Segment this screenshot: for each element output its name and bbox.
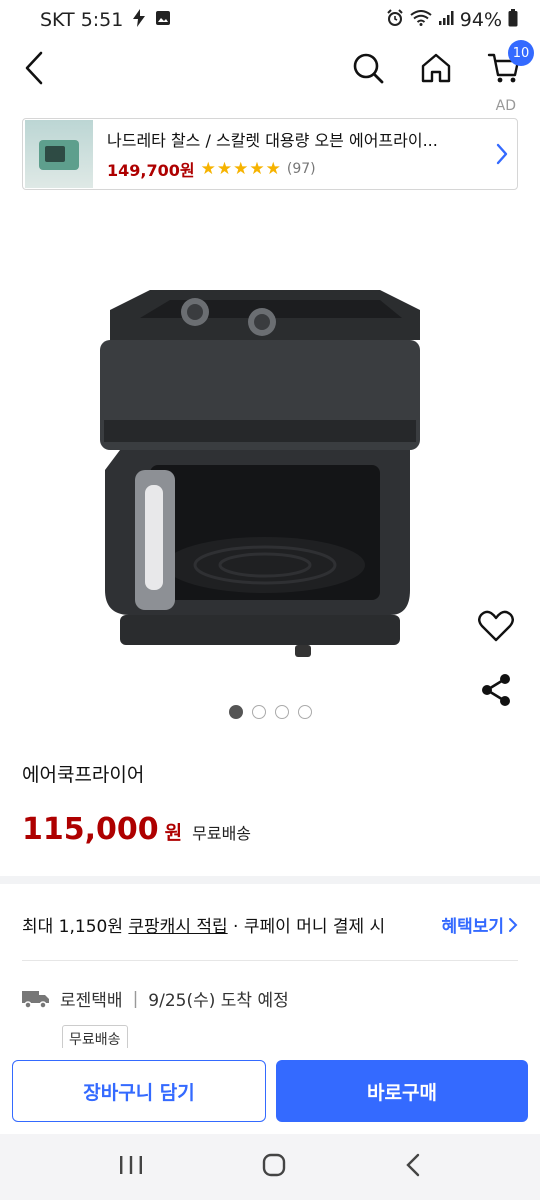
ad-text: 나드레타 찰스 / 스칼렛 대용량 오븐 에어프라이... 149,700원 ★… <box>93 127 487 181</box>
wifi-icon <box>410 9 432 31</box>
back-button[interactable] <box>12 46 56 90</box>
benefit-link[interactable]: 혜택보기 <box>441 912 518 937</box>
product-price: 115,000 <box>22 812 159 847</box>
battery-percent: 94% <box>459 9 502 31</box>
benefit-link-label: 혜택보기 <box>441 917 504 937</box>
delivery-carrier: 로젠택배 <box>60 991 123 1011</box>
ad-label: AD <box>495 98 516 114</box>
ad-title: 나드레타 찰스 / 스칼렛 대용량 오븐 에어프라이... <box>107 131 438 150</box>
product-name: 에어쿡프라이어 <box>22 764 145 786</box>
cart-button[interactable]: 10 <box>482 40 534 90</box>
system-nav-bar <box>0 1134 540 1200</box>
price-row: 115,000 원 무료배송 <box>22 812 251 847</box>
product-image[interactable] <box>90 270 440 670</box>
search-icon <box>353 53 384 84</box>
ad-banner[interactable]: 나드레타 찰스 / 스칼렛 대용량 오븐 에어프라이... 149,700원 ★… <box>22 118 518 190</box>
star-icon: ★ <box>249 158 265 179</box>
benefit-row: 최대 1,150원 쿠팡캐시 적립 · 쿠페이 머니 결제 시 혜택보기 <box>22 912 518 937</box>
gallery-icon <box>155 9 171 31</box>
section-divider <box>0 876 540 884</box>
benefit-text: 최대 1,150원 쿠팡캐시 적립 · 쿠페이 머니 결제 시 <box>22 917 386 937</box>
bottom-action-bar: 장바구니 담기 바로구매 <box>0 1048 540 1134</box>
image-pagination-dots <box>0 705 540 719</box>
divider <box>22 960 518 961</box>
shipping-label: 무료배송 <box>192 824 252 843</box>
star-icon: ★ <box>233 158 249 179</box>
star-icon: ★ <box>216 158 233 179</box>
search-button[interactable] <box>346 46 390 90</box>
status-carrier-time: SKT 5:51 <box>40 9 124 31</box>
alarm-icon <box>386 8 404 32</box>
pagination-dot[interactable] <box>274 705 289 719</box>
charging-bolt-icon <box>131 8 147 32</box>
pagination-dot[interactable] <box>228 705 243 719</box>
status-bar: SKT 5:51 94% <box>0 0 540 40</box>
back-nav-button[interactable] <box>404 1152 422 1182</box>
delivery-row: 로젠택배 | 9/25(수) 도착 예정 <box>22 986 289 1011</box>
chevron-right-icon <box>509 917 518 932</box>
chevron-right-icon <box>487 142 517 166</box>
back-arrow-icon <box>25 51 43 85</box>
ad-review-count: (97) <box>286 161 316 177</box>
buy-now-button[interactable]: 바로구매 <box>276 1060 528 1122</box>
separator: | <box>132 988 139 1009</box>
ad-thumbnail <box>25 120 93 188</box>
back-nav-icon <box>405 1153 419 1177</box>
cart-count-badge: 10 <box>508 40 534 66</box>
battery-icon <box>508 8 518 32</box>
recent-apps-button[interactable] <box>118 1154 144 1180</box>
heart-icon <box>478 610 514 642</box>
truck-icon <box>22 990 49 1009</box>
wishlist-button[interactable] <box>474 604 518 648</box>
status-left: SKT 5:51 <box>40 8 171 32</box>
add-to-cart-button[interactable]: 장바구니 담기 <box>12 1060 266 1122</box>
star-icon: ★ <box>265 158 281 179</box>
share-icon <box>482 674 510 706</box>
pagination-dot[interactable] <box>297 705 312 719</box>
signal-icon <box>438 9 454 31</box>
ad-price-row: 149,700원 ★ ★ ★ ★ ★ (97) <box>107 157 487 181</box>
home-nav-button[interactable] <box>261 1152 287 1182</box>
pagination-dot[interactable] <box>251 705 266 719</box>
star-icon: ★ <box>200 158 216 179</box>
recent-apps-icon <box>120 1156 143 1174</box>
ad-rating-stars: ★ ★ ★ ★ ★ <box>200 158 281 179</box>
delivery-arrival: 9/25(수) 도착 예정 <box>148 991 289 1011</box>
home-button[interactable] <box>414 46 458 90</box>
home-circle-icon <box>262 1153 286 1177</box>
top-nav-bar: 10 <box>0 40 540 96</box>
status-right: 94% <box>386 8 518 32</box>
home-icon <box>421 53 451 83</box>
price-unit: 원 <box>164 822 183 844</box>
ad-price: 149,700원 <box>107 161 195 180</box>
